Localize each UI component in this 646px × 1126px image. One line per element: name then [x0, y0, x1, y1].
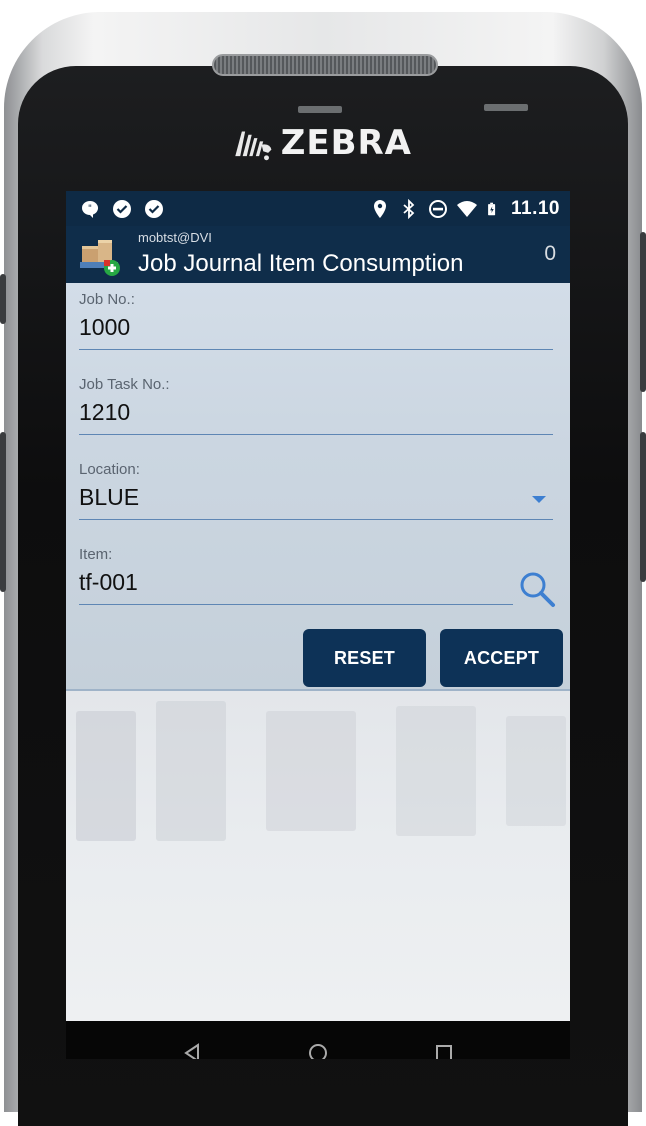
wifi-icon: [457, 200, 477, 217]
recents-icon[interactable]: [434, 1043, 454, 1059]
side-button-right: [640, 232, 646, 392]
location-pin-icon: [374, 199, 386, 218]
shelf-decor: [266, 711, 356, 831]
job-no-input[interactable]: 1000: [79, 314, 553, 341]
shelf-decor: [506, 716, 566, 826]
brand-wordmark: ZEBRA: [280, 123, 412, 163]
location-label: Location:: [79, 461, 140, 478]
item-input[interactable]: tf-001: [79, 569, 513, 596]
job-no-field[interactable]: Job No.: 1000: [79, 291, 553, 350]
user-label: mobtst@DVI: [138, 230, 212, 245]
page-title: Job Journal Item Consumption: [138, 250, 464, 277]
item-field[interactable]: Item: tf-001: [79, 546, 513, 605]
job-task-no-label: Job Task No.:: [79, 376, 170, 393]
location-underline: [79, 519, 553, 520]
search-icon[interactable]: [516, 568, 558, 610]
location-dropdown[interactable]: Location: BLUE: [79, 461, 553, 520]
chevron-down-icon[interactable]: [532, 496, 546, 503]
shelf-decor: [396, 706, 476, 836]
front-camera: [484, 104, 528, 111]
side-button-left-2: [0, 432, 6, 592]
clock: 11.10: [511, 197, 560, 219]
check-circle-icon: [113, 199, 131, 218]
front-sensor: [298, 106, 342, 113]
home-icon[interactable]: [308, 1043, 328, 1059]
side-button-left: [0, 274, 6, 324]
chat-bubble-icon: ": [82, 200, 99, 218]
job-task-no-field[interactable]: Job Task No.: 1210: [79, 376, 553, 435]
svg-text:": ": [88, 204, 92, 214]
location-select[interactable]: BLUE: [79, 484, 553, 511]
job-no-label: Job No.:: [79, 291, 135, 308]
side-button-right-2: [640, 432, 646, 582]
shelf-decor: [156, 701, 226, 841]
check-circle-icon: [145, 199, 163, 218]
shelf-decor: [76, 711, 136, 841]
zebra-logo: ZEBRA: [232, 118, 412, 168]
status-bar: " 11.10: [66, 191, 570, 226]
item-label: Item:: [79, 546, 113, 563]
app-bar: mobtst@DVI Job Journal Item Consumption …: [66, 226, 570, 283]
job-task-no-underline: [79, 434, 553, 435]
bluetooth-icon: [403, 198, 415, 219]
accept-button[interactable]: ACCEPT: [440, 629, 563, 687]
device-screen: " 11.10 mobtst@DVI Job Journal Item Cons…: [66, 191, 570, 1059]
android-nav-bar: [66, 1021, 570, 1059]
battery-charging-icon: [488, 202, 496, 215]
item-underline: [79, 604, 513, 605]
job-no-underline: [79, 349, 553, 350]
job-task-no-input[interactable]: 1210: [79, 399, 553, 426]
back-icon[interactable]: [182, 1043, 202, 1059]
zebra-head-icon: [235, 131, 272, 161]
warehouse-background: [66, 691, 570, 1021]
boxes-app-icon: [80, 240, 120, 276]
earpiece-speaker: [212, 54, 438, 76]
do-not-disturb-icon: [429, 199, 447, 218]
reset-button[interactable]: RESET: [303, 629, 426, 687]
count-badge: 0: [544, 242, 556, 265]
